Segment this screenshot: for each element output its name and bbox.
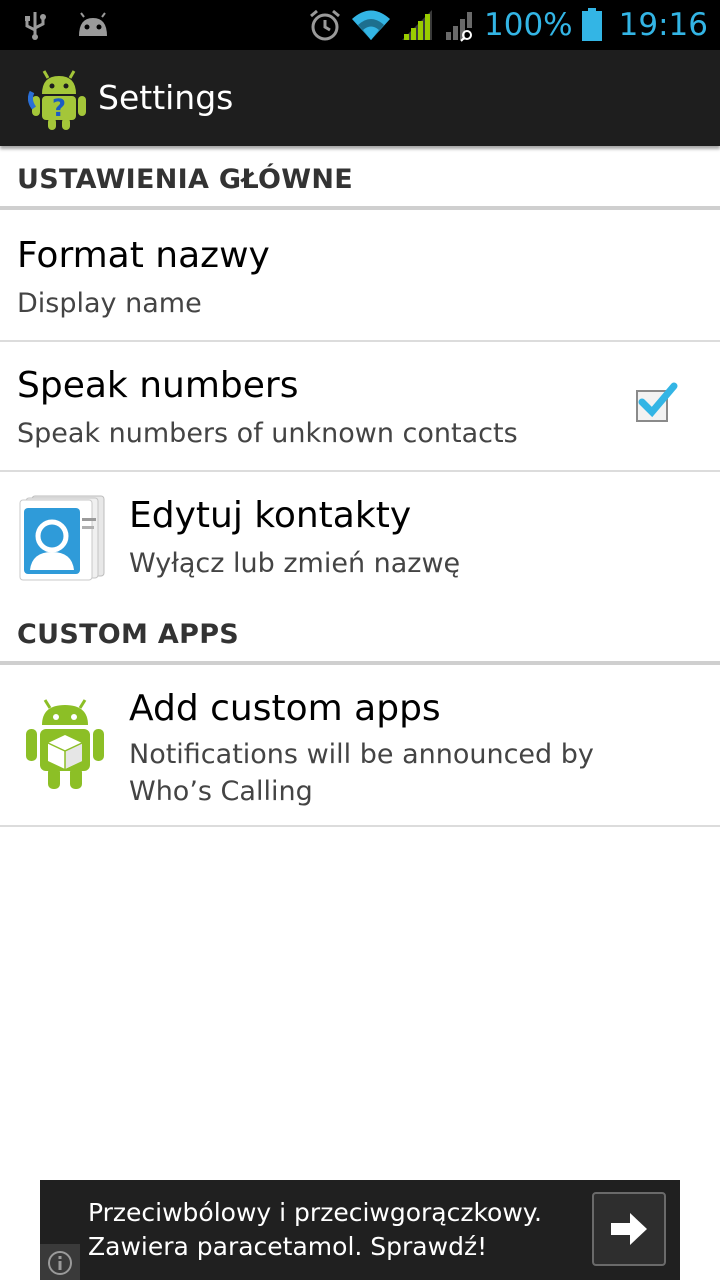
arrow-right-icon (611, 1213, 647, 1245)
svg-text:?: ? (52, 94, 66, 122)
pref-format-nazwy[interactable]: Format nazwy Display name (0, 212, 720, 340)
status-bar: 100% 19:16 (0, 0, 720, 50)
section-divider (0, 206, 720, 210)
info-icon (48, 1251, 72, 1275)
contacts-card-icon (19, 495, 105, 581)
battery-percent: 100% (484, 7, 573, 43)
pref-add-custom-apps[interactable]: Add custom apps Notifications will be an… (0, 667, 720, 825)
alarm-icon (310, 9, 340, 41)
section-header-label: USTAWIENIA GŁÓWNE (17, 164, 353, 195)
section-header-custom-apps: CUSTOM APPS (0, 605, 720, 665)
action-bar: ? Settings (0, 50, 720, 146)
usb-icon (25, 12, 46, 40)
pref-summary: Wyłącz lub zmień nazwę (129, 548, 461, 579)
pref-title: Add custom apps (129, 688, 441, 729)
pref-speak-numbers[interactable]: Speak numbers Speak numbers of unknown c… (0, 342, 720, 470)
clock: 19:16 (618, 7, 708, 43)
app-logo-android-question-icon[interactable]: ? (28, 66, 90, 130)
signal-icon (402, 10, 433, 40)
speak-numbers-checkbox[interactable] (636, 382, 678, 422)
wifi-icon (352, 10, 391, 40)
pref-edytuj-kontakty[interactable]: Edytuj kontakty Wyłącz lub zmień nazwę (0, 472, 720, 602)
android-package-icon (26, 699, 104, 789)
page-title: Settings (98, 78, 234, 117)
section-divider (0, 661, 720, 665)
battery-icon (581, 8, 602, 41)
section-header-main: USTAWIENIA GŁÓWNE (0, 150, 720, 210)
ad-info-button[interactable] (40, 1244, 80, 1280)
ad-banner[interactable]: Przeciwbólowy i przeciwgorączkowy. Zawie… (40, 1180, 680, 1280)
ad-text: Przeciwbólowy i przeciwgorączkowy. Zawie… (88, 1196, 542, 1264)
ad-line-1: Przeciwbólowy i przeciwgorączkowy. (88, 1198, 542, 1227)
android-debug-icon (79, 12, 107, 36)
signal-roaming-icon (446, 12, 473, 42)
pref-title: Format nazwy (17, 235, 270, 276)
pref-summary: Speak numbers of unknown contacts (17, 418, 518, 449)
pref-summary: Display name (17, 288, 202, 319)
section-header-label: CUSTOM APPS (17, 619, 240, 650)
list-divider (0, 825, 720, 827)
ad-go-button[interactable] (592, 1192, 666, 1266)
ad-line-2: Zawiera paracetamol. Sprawdź! (88, 1232, 488, 1261)
pref-summary-line1: Notifications will be announced by (129, 739, 594, 770)
checkmark-icon (638, 382, 678, 418)
pref-title: Speak numbers (17, 365, 299, 406)
pref-summary-line2: Who’s Calling (129, 776, 313, 807)
pref-title: Edytuj kontakty (129, 495, 412, 536)
